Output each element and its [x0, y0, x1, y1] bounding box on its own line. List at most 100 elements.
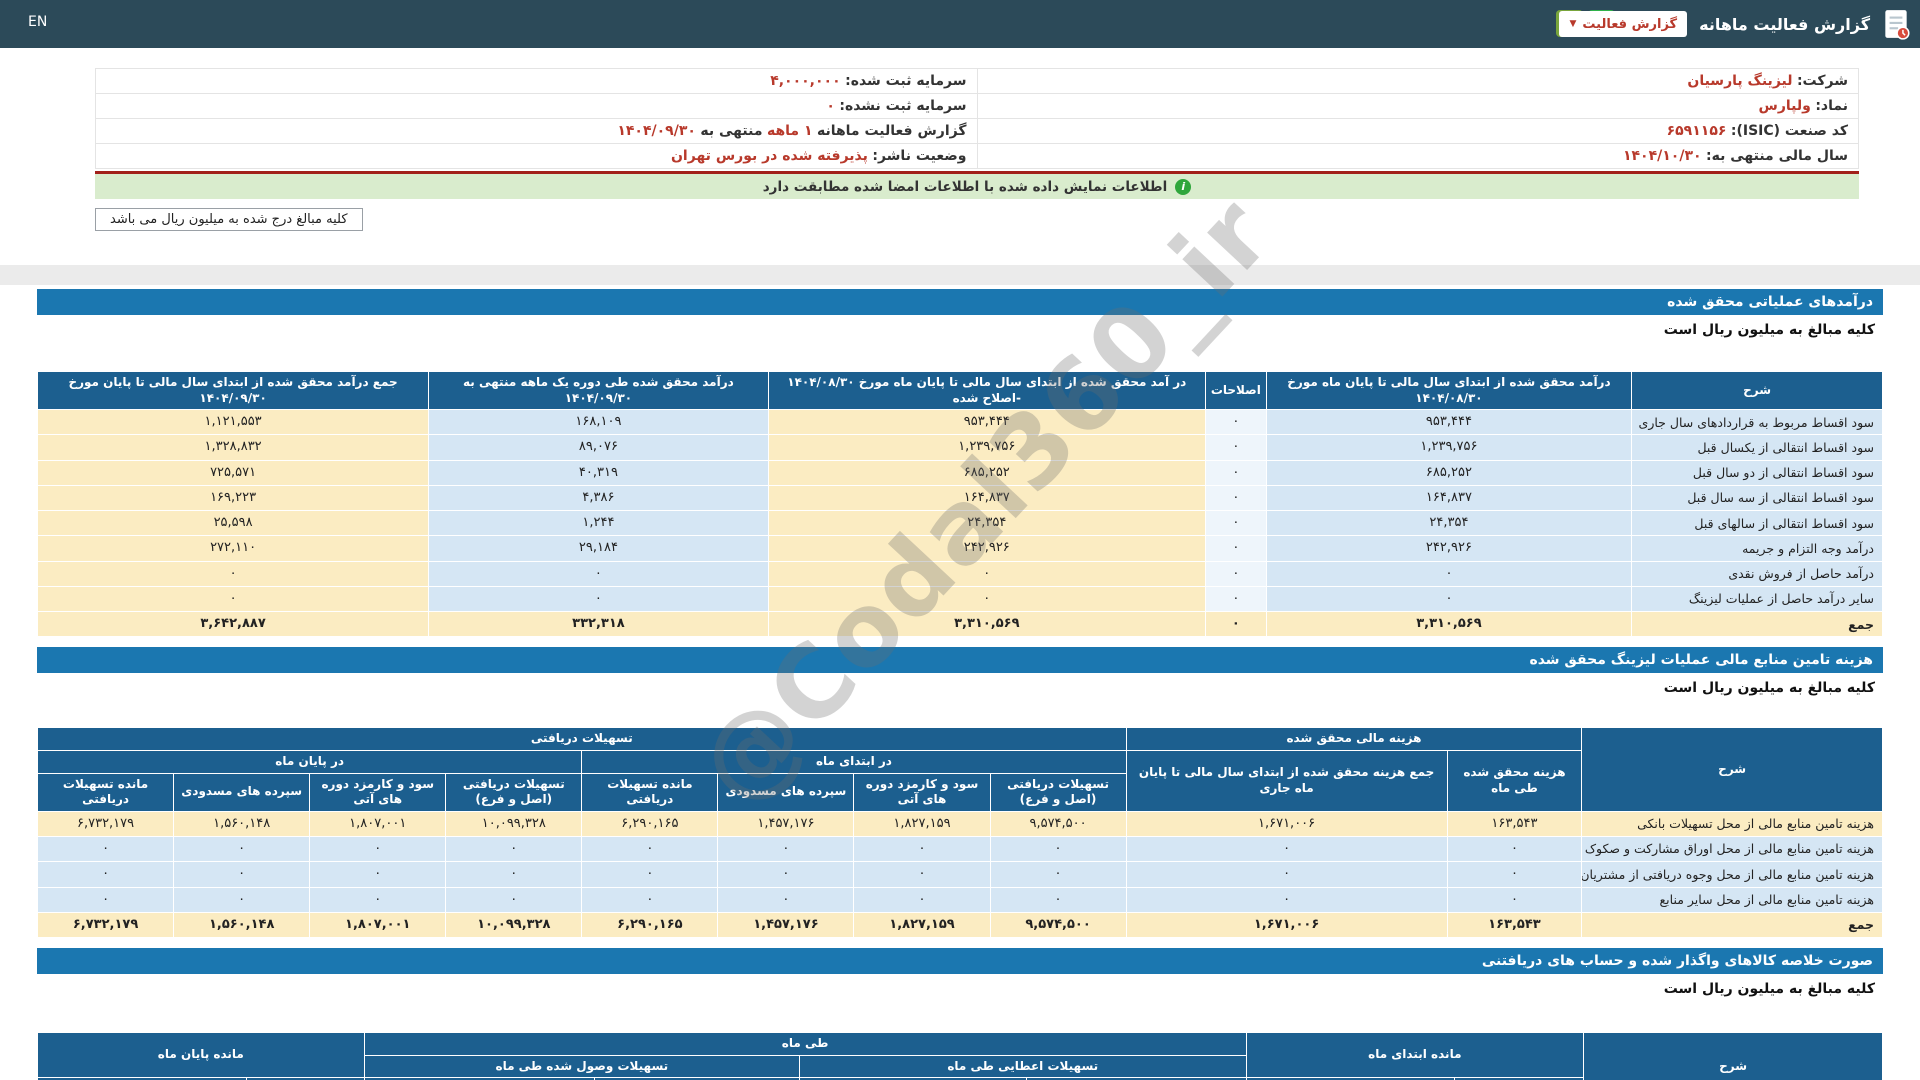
value-cell: ۱,۳۲۸,۸۳۲: [36, 434, 430, 461]
value-cell: ۱,۱۲۱,۵۵۳: [36, 409, 430, 436]
signed-info-banner: i اطلاعات نمایش داده شده با اطلاعات امضا…: [95, 171, 1859, 199]
report-type-dropdown[interactable]: گزارش فعالیت ▼: [1559, 11, 1688, 37]
value-cell: ۰: [36, 886, 175, 913]
value-cell: ۰: [717, 861, 855, 888]
table-row: درآمد وجه التزام و جریمه ۲۴۲,۹۲۶ ۰ ۲۴۲,۹۲۶ ۲…: [36, 535, 1883, 562]
value-cell: ۱,۸۲۷,۱۵۹: [853, 810, 991, 838]
registered-capital-cell: سرمایه ثبت شده: ۴,۰۰۰,۰۰۰: [95, 68, 978, 94]
table-row: سود اقساط انتقالی از دو سال قبل ۶۸۵,۲۵۲ ۰ ۶…: [36, 459, 1883, 486]
group-header-end-balance: مانده پایان ماه: [37, 1032, 365, 1079]
info-row: کد صنعت (ISIC): ۶۵۹۱۱۵۶ گزارش فعالیت ماه…: [95, 118, 1859, 144]
value-cell: ۰: [767, 585, 1206, 613]
group-header-facilities: تسهیلات دریافتی: [37, 727, 1127, 752]
value-cell: ۱۶۳,۵۴۳: [1446, 911, 1583, 939]
value-cell: ۲۴۲,۹۲۶: [767, 535, 1206, 562]
info-row: شرکت: لیزینگ پارسیان سرمایه ثبت شده: ۴,۰…: [95, 68, 1859, 94]
value-cell: ۱۶۳,۵۴۳: [1446, 810, 1583, 838]
goods-header-row: شرح مانده ابتدای ماه طی ماه مانده پایان …: [37, 1032, 1883, 1080]
value-cell: ۰: [36, 861, 175, 888]
fiscal-year-cell: سال مالی منتهی به: ۱۴۰۴/۱۰/۳۰: [976, 143, 1859, 169]
row-label: جمع: [1581, 911, 1883, 939]
group-header-begin-balance: مانده ابتدای ماه: [1245, 1032, 1585, 1079]
value-cell: ۲۴,۳۵۴: [1265, 510, 1633, 537]
value-cell: ۰: [309, 861, 447, 888]
column-header-cum-cost: جمع هزینه محقق شده از ابتدای سال مالی تا…: [1125, 750, 1448, 812]
value-cell: ۱,۶۷۱,۰۰۶: [1125, 911, 1448, 939]
value-cell: ۰: [853, 836, 991, 863]
value-cell: ۱,۲۳۹,۷۵۶: [1265, 434, 1633, 461]
value-cell: ۶۸۵,۲۵۲: [767, 459, 1206, 486]
value-cell: ۰: [1204, 585, 1267, 613]
table-row: سایر درآمد حاصل از عملیات لیزینگ ۰ ۰ ۰ ۰ ۰: [36, 585, 1883, 613]
table-row: درآمد حاصل از فروش نقدی ۰ ۰ ۰ ۰ ۰: [36, 560, 1883, 587]
value-cell: ۹,۵۷۴,۵۰۰: [989, 911, 1127, 939]
value-cell: ۰: [717, 836, 855, 863]
value-cell: ۰: [309, 836, 447, 863]
value-cell: ۱,۴۵۷,۱۷۶: [717, 911, 855, 939]
row-label: سود اقساط انتقالی از یکسال قبل: [1631, 434, 1883, 461]
value-cell: ۰: [1204, 484, 1267, 512]
language-toggle[interactable]: EN: [28, 14, 47, 30]
value-cell: ۰: [428, 560, 769, 587]
value-cell: ۰: [1204, 560, 1267, 587]
column-header-month-cost: هزینه محقق شده طی ماه: [1446, 750, 1583, 812]
value-cell: ۰: [1265, 560, 1633, 587]
value-cell: ۰: [581, 886, 719, 913]
row-label: درآمد وجه التزام و جریمه: [1631, 535, 1883, 562]
value-cell: ۰: [1265, 585, 1633, 613]
amounts-note: کلیه مبالغ درج شده به میلیون ریال می باش…: [95, 208, 363, 231]
value-cell: ۳,۳۱۰,۵۶۹: [1265, 611, 1633, 638]
value-cell: ۰: [581, 861, 719, 888]
column-header-desc: شرح: [1583, 1032, 1883, 1080]
isic-cell: کد صنعت (ISIC): ۶۵۹۱۱۵۶: [976, 118, 1859, 144]
unit-note-goods: کلیه مبالغ به میلیون ریال است: [1663, 981, 1875, 998]
info-row: نماد: ولپارس سرمایه ثبت نشده: ۰: [95, 93, 1859, 119]
group-header-granted: تسهیلات اعطایی طی ماه: [799, 1054, 1247, 1079]
value-cell: ۰: [989, 861, 1127, 888]
value-cell: ۰: [1204, 459, 1267, 486]
chevron-down-icon: ▼: [1569, 19, 1577, 29]
group-header-end-month: در پایان ماه: [36, 750, 583, 774]
table-row: هزینه تامین منابع مالی از محل اوراق مشار…: [36, 836, 1883, 863]
row-label: هزینه تامین منابع مالی از محل وجوه دریاف…: [1581, 861, 1883, 888]
income-table: شرح درآمد محقق شده از ابتدای سال مالی تا…: [36, 370, 1883, 638]
column-header-cum-prev-adjusted: در آمد محقق شده از ابتدای سال مالی تا پا…: [767, 370, 1206, 411]
row-label: جمع: [1631, 611, 1883, 638]
report-type-label: گزارش فعالیت: [1582, 16, 1678, 32]
row-label: سود اقساط انتقالی از سه سال قبل: [1631, 484, 1883, 512]
group-header-realized-cost: هزینه مالی محقق شده: [1125, 727, 1583, 752]
unregistered-capital-label: سرمایه ثبت نشده:: [839, 98, 967, 114]
value-cell: ۰: [853, 861, 991, 888]
column-header-begin-blocked-deposits: سپرده های مسدودی: [717, 772, 855, 812]
table-row: هزینه تامین منابع مالی از محل تسهیلات با…: [36, 810, 1883, 838]
income-header-row: شرح درآمد محقق شده از ابتدای سال مالی تا…: [36, 370, 1883, 411]
column-header-begin-future-interest: سود و کارمزد دوره های آتی: [853, 772, 991, 812]
row-label: هزینه تامین منابع مالی از محل تسهیلات با…: [1581, 810, 1883, 838]
value-cell: ۲۵,۵۹۸: [36, 510, 430, 537]
value-cell: ۱,۵۶۰,۱۴۸: [173, 810, 311, 838]
group-header-begin-month: در ابتدای ماه: [581, 750, 1127, 774]
value-cell: ۶,۷۳۲,۱۷۹: [36, 911, 175, 939]
symbol-value: ولپارس: [1758, 98, 1811, 114]
finance-cost-table: شرح هزینه مالی محقق شده تسهیلات دریافتی …: [36, 727, 1883, 939]
value-cell: ۰: [767, 560, 1206, 587]
table-row: سود اقساط مربوط به قراردادهای سال جاری ۹۵…: [36, 409, 1883, 436]
period-label: گزارش فعالیت ماهانه: [816, 123, 967, 139]
value-cell: ۰: [1204, 434, 1267, 461]
report-document-icon: [1882, 8, 1910, 40]
value-cell: ۰: [1204, 535, 1267, 562]
column-header-begin-principal: تسهیلات دریافتی (اصل و فرع): [989, 772, 1127, 812]
issuer-status-cell: وضعیت ناشر: پذیرفته شده در بورس تهران: [95, 143, 978, 169]
total-row: جمع ۳,۳۱۰,۵۶۹ ۰ ۳,۳۱۰,۵۶۹ ۳۳۲,۳۱۸ ۳,۶۴۲,۸۸۷: [36, 611, 1883, 638]
value-cell: ۰: [1125, 886, 1448, 913]
table-row: سود اقساط انتقالی از سه سال قبل ۱۶۴,۸۳۷ ۰ ۱…: [36, 484, 1883, 512]
group-header-collected: تسهیلات وصول شده طی ماه: [363, 1054, 801, 1079]
value-cell: ۰: [309, 886, 447, 913]
row-label: سود اقساط انتقالی از دو سال قبل: [1631, 459, 1883, 486]
value-cell: ۰: [1125, 861, 1448, 888]
value-cell: ۰: [445, 886, 583, 913]
value-cell: ۰: [173, 861, 311, 888]
group-header-during-month: طی ماه: [363, 1032, 1247, 1056]
page-title: گزارش فعالیت ماهانه: [1699, 14, 1870, 34]
report-period-cell: گزارش فعالیت ماهانه ۱ ماهه منتهی به ۱۴۰۴…: [95, 118, 978, 144]
